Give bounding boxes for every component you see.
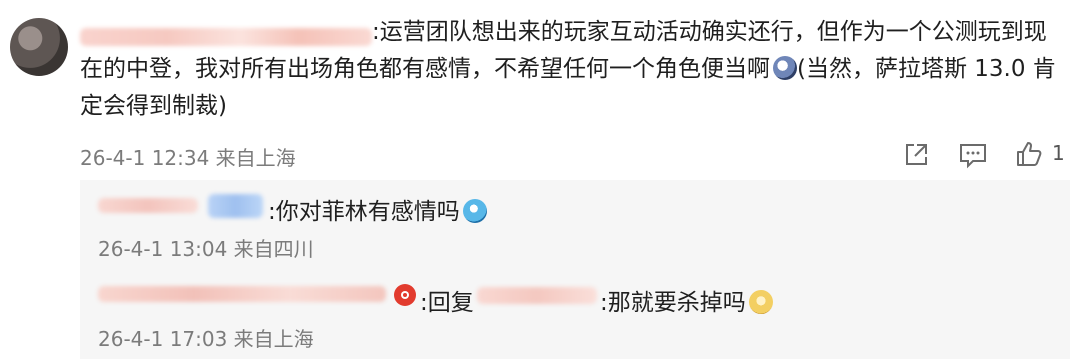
- reply-2-label: :回复: [420, 290, 474, 316]
- share-button[interactable]: [902, 141, 930, 169]
- reply-1-timestamp: 26-4-1 13:04 来自四川: [98, 237, 314, 261]
- comment-line-2: 在的中登，我对所有出场角色都有感情，不希望任何一个角色便当啊 (当然，萨拉塔斯 1…: [80, 51, 1070, 88]
- reply-2-name-blurred[interactable]: [98, 286, 386, 302]
- reply-1-name-blurred[interactable]: [98, 198, 198, 213]
- reply-2-text: :那就要杀掉吗: [600, 283, 773, 317]
- emoji-icon: [748, 290, 773, 314]
- reply-2-content: :那就要杀掉吗: [600, 290, 746, 316]
- share-icon: [906, 144, 927, 165]
- reply-1-text: :你对菲林有感情吗: [268, 192, 487, 226]
- emoji-icon: [462, 199, 487, 223]
- reply-1-badge-blurred[interactable]: [208, 194, 263, 218]
- comment-line-2-text: 在的中登，我对所有出场角色都有感情，不希望任何一个角色便当啊: [80, 56, 770, 82]
- like-icon: [1017, 142, 1042, 166]
- comment-line-3: 定会得到制裁): [80, 93, 227, 119]
- comment-button[interactable]: [958, 141, 988, 169]
- commenter-avatar[interactable]: [10, 18, 68, 76]
- reply-2-timestamp: 26-4-1 17:03 来自上海: [98, 327, 314, 351]
- like-count: 1: [1052, 141, 1065, 165]
- emoji-icon: [773, 56, 797, 80]
- reply-2-badge-icon: [394, 284, 416, 306]
- comment-line-2-tail: (当然，萨拉塔斯 13.0 肯: [797, 56, 1056, 82]
- reply-1-content: :你对菲林有感情吗: [268, 199, 460, 225]
- reply-2-target-blurred[interactable]: [477, 287, 597, 304]
- comment-timestamp: 26-4-1 12:34 来自上海: [80, 146, 296, 170]
- comment-line-1: :运营团队想出来的玩家互动活动确实还行，但作为一个公测玩到现: [372, 19, 1047, 45]
- like-button[interactable]: 1: [1014, 139, 1074, 169]
- comment-icon: [960, 144, 986, 169]
- comment-body: :运营团队想出来的玩家互动活动确实还行，但作为一个公测玩到现 在的中登，我对所有…: [80, 14, 1070, 125]
